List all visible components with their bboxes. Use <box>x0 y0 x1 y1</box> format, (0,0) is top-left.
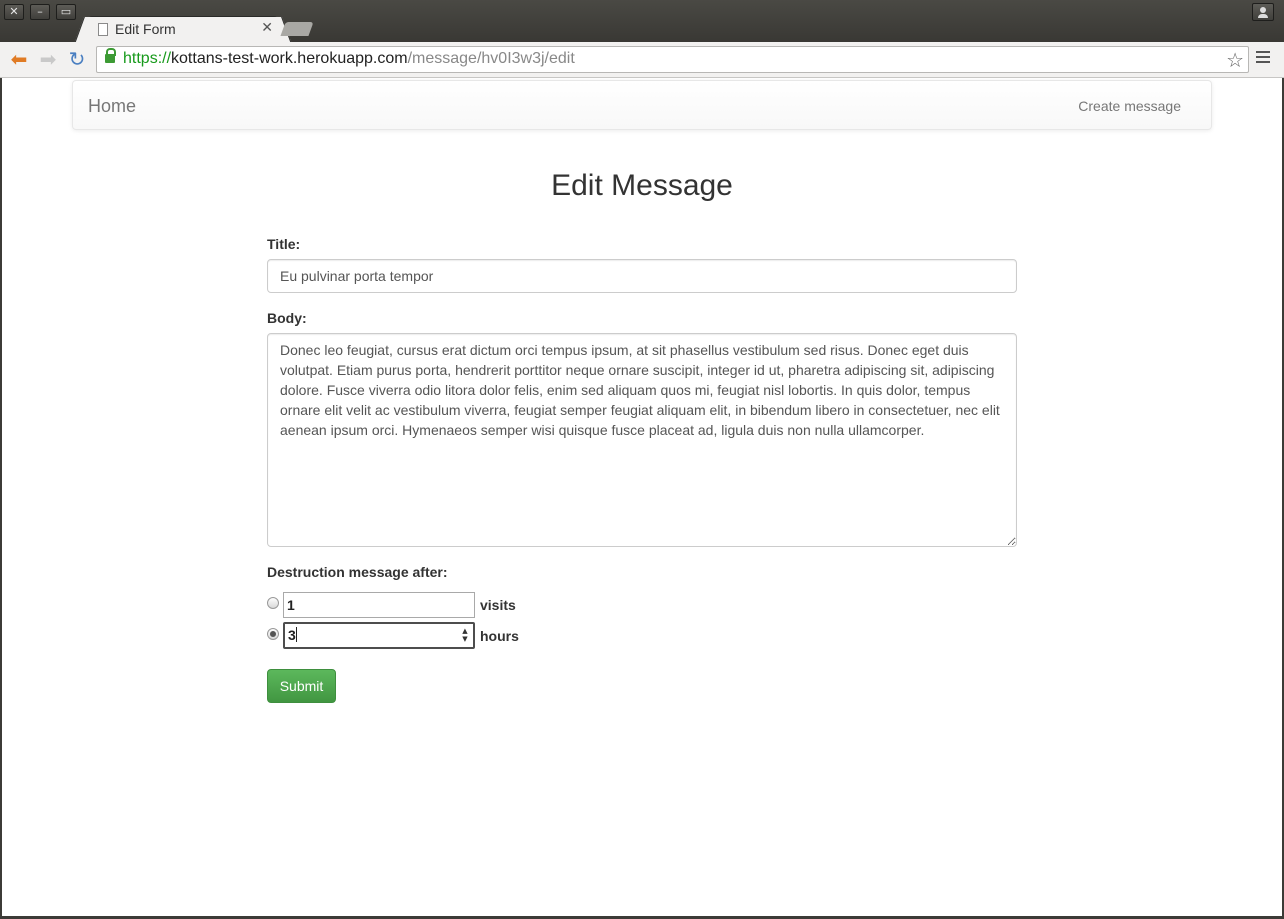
visits-input[interactable] <box>283 592 475 618</box>
url-path: /message/hv0I3w3j/edit <box>407 50 575 67</box>
lock-icon <box>105 48 116 63</box>
tab-close-icon[interactable]: ✕ <box>261 20 273 36</box>
create-message-link[interactable]: Create message <box>1078 98 1181 114</box>
menu-icon[interactable] <box>1256 51 1270 65</box>
window-minimize-icon[interactable]: – <box>30 4 50 20</box>
browser-tab[interactable]: Edit Form ✕ <box>88 16 278 43</box>
address-bar[interactable]: https://kottans-test-work.herokuapp.com/… <box>96 46 1249 73</box>
navbar: Home Create message <box>72 80 1212 130</box>
title-input[interactable] <box>267 259 1017 293</box>
star-icon[interactable]: ☆ <box>1226 48 1244 72</box>
url-scheme: https:// <box>123 50 172 67</box>
hours-input[interactable]: 3 ▲ ▼ <box>283 622 475 649</box>
home-link[interactable]: Home <box>88 96 136 117</box>
tab-title: Edit Form <box>115 21 176 37</box>
hours-radio[interactable] <box>267 628 279 640</box>
page-icon <box>98 23 108 36</box>
hours-unit-label: hours <box>480 628 519 644</box>
back-icon[interactable]: ⬅ <box>8 48 30 70</box>
forward-icon[interactable]: ➡ <box>37 48 59 70</box>
title-label: Title: <box>267 236 301 252</box>
submit-button[interactable]: Submit <box>267 669 336 703</box>
profile-icon[interactable] <box>1252 3 1274 21</box>
page-viewport: Home Create message Edit Message Title: … <box>2 78 1282 916</box>
window-titlebar: ✕ – ▭ Edit Form ✕ <box>0 0 1284 43</box>
window-maximize-icon[interactable]: ▭ <box>56 4 76 20</box>
body-textarea[interactable]: Donec leo feugiat, cursus erat dictum or… <box>267 333 1017 547</box>
body-label: Body: <box>267 310 307 326</box>
url-host: kottans-test-work.herokuapp.com <box>171 50 408 67</box>
window-close-icon[interactable]: ✕ <box>4 4 24 20</box>
destruction-label: Destruction message after: <box>267 564 448 580</box>
hours-input-value: 3 <box>288 627 296 643</box>
reload-icon[interactable]: ↻ <box>66 48 88 70</box>
visits-radio[interactable] <box>267 597 279 609</box>
page-title: Edit Message <box>551 169 733 202</box>
url-text[interactable]: https://kottans-test-work.herokuapp.com/… <box>123 50 575 68</box>
visits-unit-label: visits <box>480 597 516 613</box>
spinner-arrows-icon[interactable]: ▲ ▼ <box>460 627 470 643</box>
new-tab-button[interactable] <box>280 22 314 36</box>
